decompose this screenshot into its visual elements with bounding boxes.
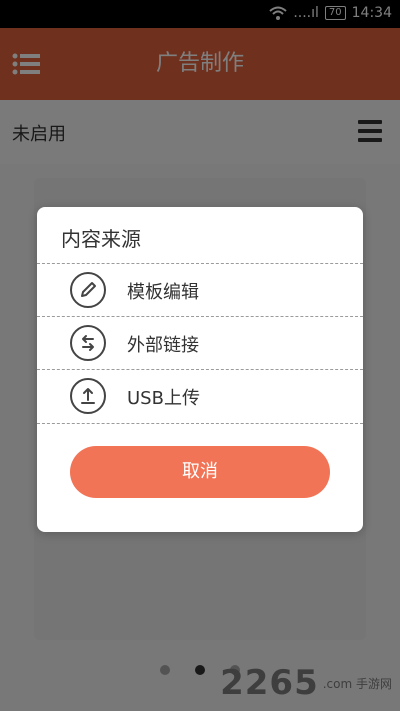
dialog-title: 内容来源 <box>61 227 141 251</box>
option-label: USB上传 <box>127 388 200 409</box>
option-label: 模板编辑 <box>127 282 199 303</box>
content-source-dialog: 内容来源 模板编辑 外部链接 USB上传 取消 <box>37 207 363 532</box>
cancel-button[interactable]: 取消 <box>70 446 330 498</box>
swap-arrows-icon <box>70 325 106 361</box>
option-external-link[interactable]: 外部链接 <box>37 316 363 369</box>
option-label: 外部链接 <box>127 335 199 356</box>
option-template-edit[interactable]: 模板编辑 <box>37 263 363 316</box>
upload-icon <box>70 378 106 414</box>
option-usb-upload[interactable]: USB上传 <box>37 369 363 422</box>
divider <box>37 423 363 424</box>
pencil-icon <box>70 272 106 308</box>
